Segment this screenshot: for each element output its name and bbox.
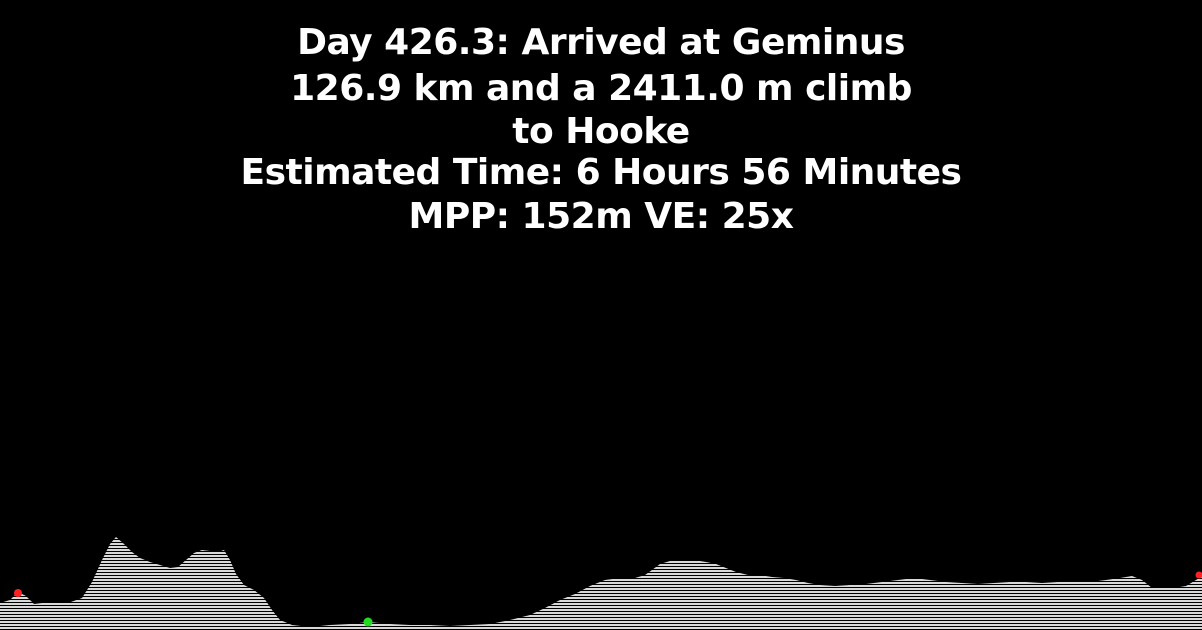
distance-climb-text: 126.9 km and a 2411.0 m climb bbox=[290, 68, 912, 109]
route-info-header: Day 426.3: Arrived at Geminus 126.9 km a… bbox=[0, 20, 1202, 240]
end-marker bbox=[1195, 571, 1202, 579]
start-marker bbox=[14, 589, 22, 597]
elevation-area bbox=[0, 537, 1202, 630]
elevation-profile bbox=[0, 537, 1202, 630]
current-position-marker bbox=[363, 617, 373, 627]
estimated-time-text: Estimated Time: 6 Hours 56 Minutes bbox=[240, 152, 962, 193]
arrival-title: Day 426.3: Arrived at Geminus bbox=[297, 22, 905, 63]
scale-info-text: MPP: 152m VE: 25x bbox=[408, 196, 794, 237]
destination-text: to Hooke bbox=[512, 111, 690, 152]
